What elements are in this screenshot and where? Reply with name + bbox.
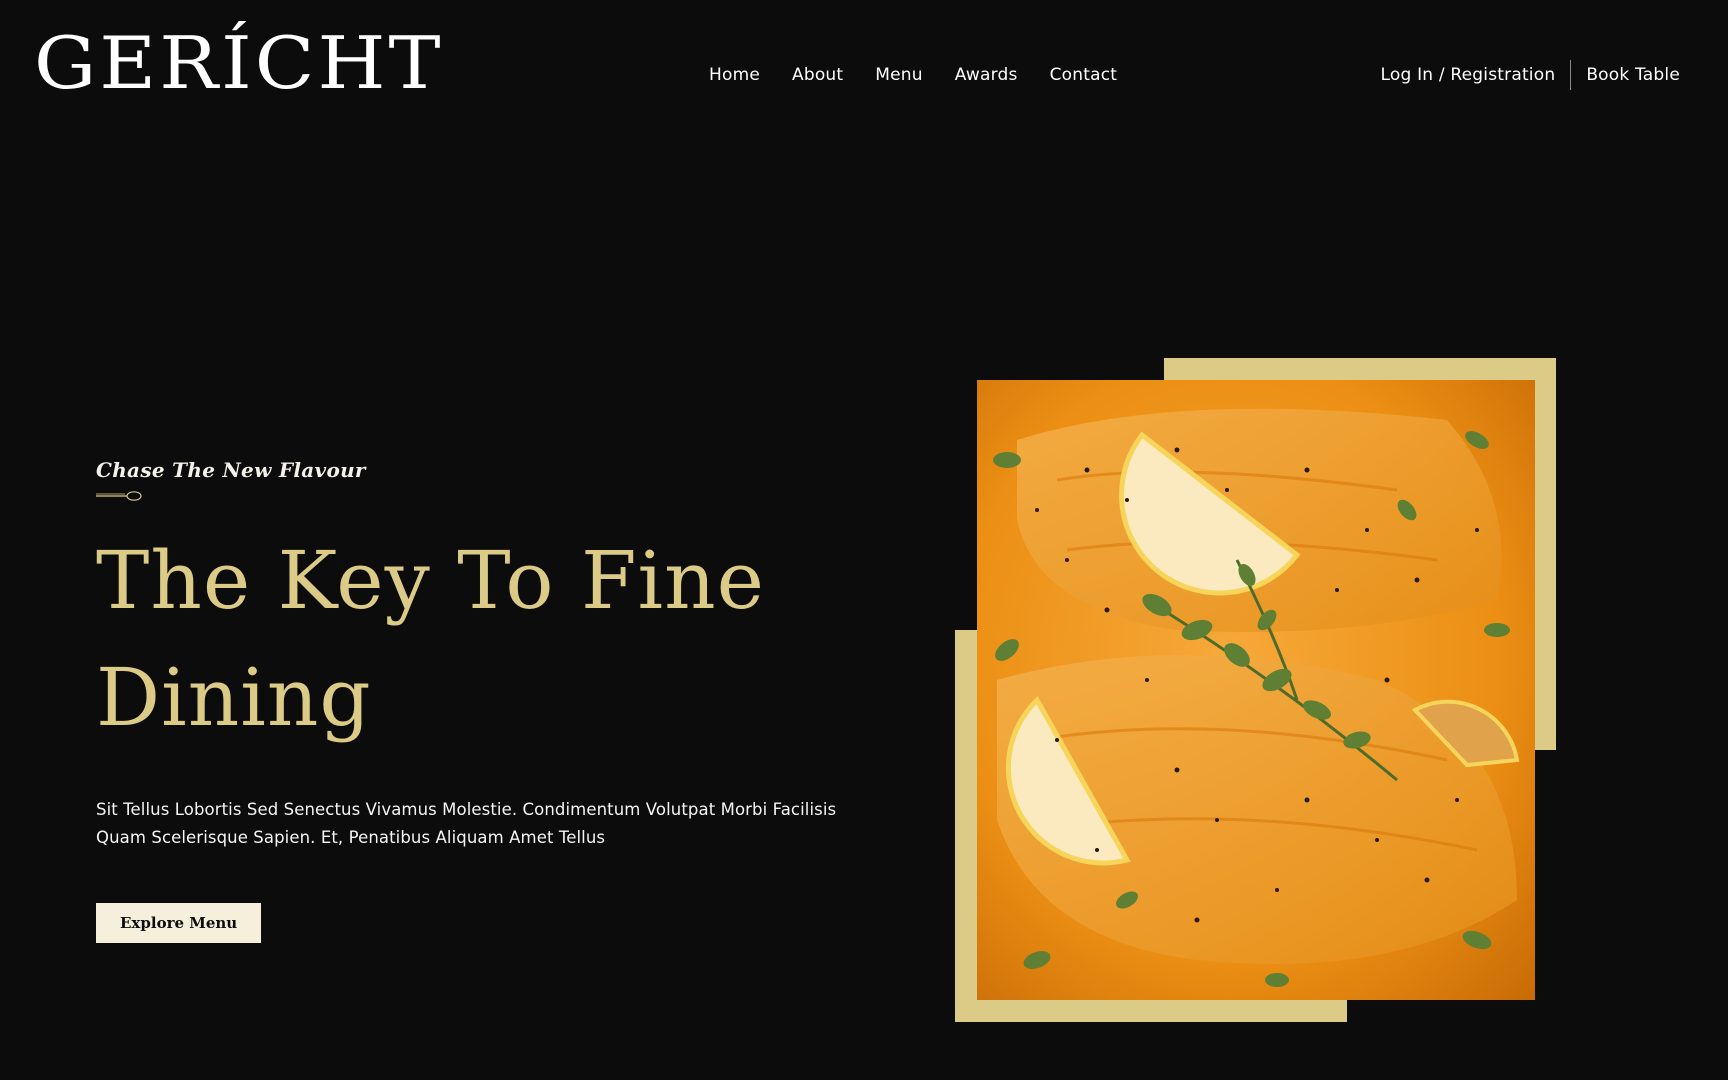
auth-divider [1570,60,1572,90]
nav-item-menu[interactable]: Menu [875,65,922,85]
spoon-icon [96,491,142,501]
hero-food-image [977,380,1535,1000]
explore-menu-button[interactable]: Explore Menu [96,902,262,943]
nav-item-awards[interactable]: Awards [955,65,1018,85]
nav-item-about[interactable]: About [792,65,843,85]
hero-headline-line2: Dining [96,651,372,744]
brand-logo[interactable]: GERÍCHT [34,28,444,100]
hero-headline-line1: The Key To Fine [96,534,765,627]
main-nav: Home About Menu Awards Contact [709,65,1117,85]
hero-description: Sit Tellus Lobortis Sed Senectus Vivamus… [96,796,856,852]
nav-item-home[interactable]: Home [709,65,760,85]
hero-description-line2: Quam Scelerisque Sapien. Et, Penatibus A… [96,828,606,847]
book-table-link[interactable]: Book Table [1586,65,1680,85]
hero-content: Chase The New Flavour The Key To Fine Di… [96,458,856,943]
nav-item-contact[interactable]: Contact [1050,65,1118,85]
auth-links: Log In / Registration Book Table [1381,60,1681,90]
hero-description-line1: Sit Tellus Lobortis Sed Senectus Vivamus… [96,800,837,819]
hero-headline: The Key To Fine Dining [96,522,856,756]
salmon-dish-illustration [977,380,1535,1000]
login-registration-link[interactable]: Log In / Registration [1381,65,1556,85]
hero-subtitle: Chase The New Flavour [96,458,366,482]
